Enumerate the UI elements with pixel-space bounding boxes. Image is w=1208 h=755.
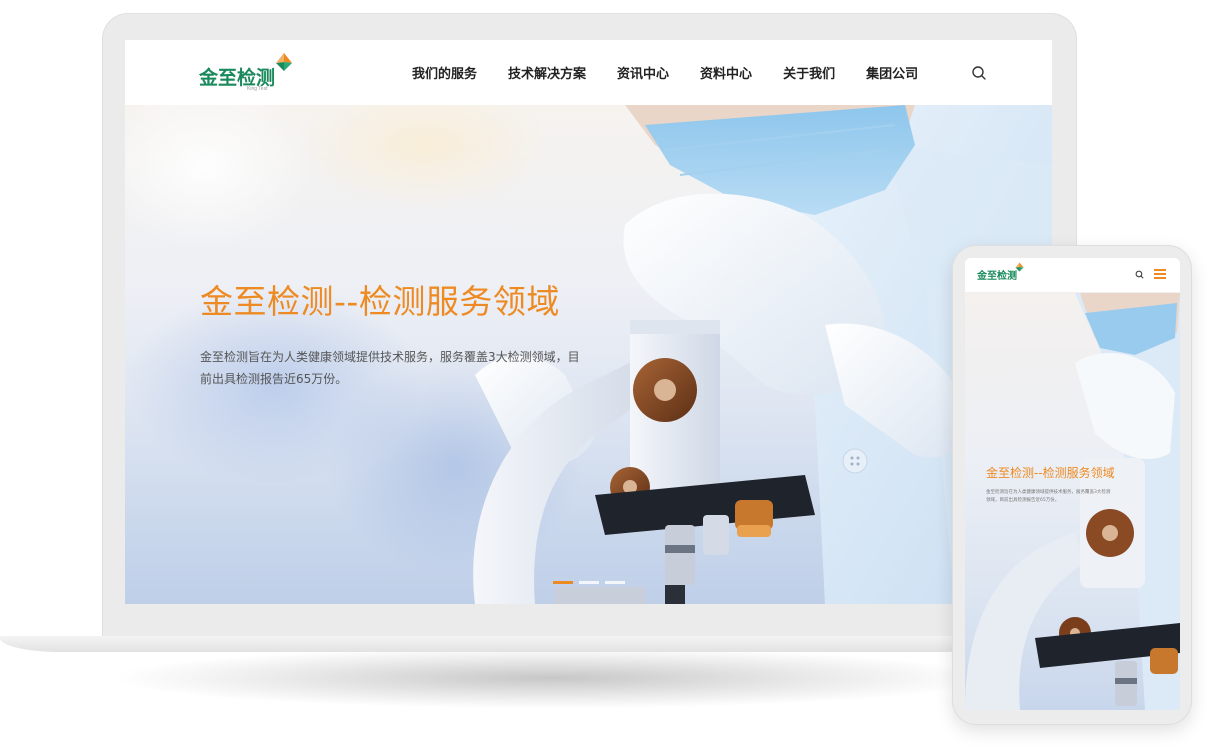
logo-mark-icon [1015,262,1024,272]
laptop-base [0,636,1000,652]
nav-item-about[interactable]: 关于我们 [783,63,835,82]
search-icon[interactable] [971,65,987,81]
mobile-hero-description: 金至检测旨在为人类健康领域提供技术服务，服务覆盖3大检测领域，目前出具检测报告近… [986,490,1111,503]
hero-banner: 金至检测--检测服务领域 金至检测旨在为人类健康领域提供技术服务，服务覆盖3大检… [125,105,1052,604]
menu-icon[interactable] [1154,269,1166,279]
logo-mark-icon [276,53,292,71]
mobile-logo[interactable]: 金至检测 [977,267,1017,282]
mobile-screen: 金至检测 金至检测--检测服务领域 金至检测旨在为人类健康领域提供技术服务，服务… [965,258,1180,710]
logo-subtext: King Test [247,86,268,92]
nav-item-solutions[interactable]: 技术解决方案 [508,63,586,82]
laptop-shadow [120,648,980,708]
slider-dot-2[interactable] [579,581,599,584]
search-icon[interactable] [1135,270,1144,279]
desktop-screen: 金至检测 King Test 我们的服务 技术解决方案 资讯中心 资料中心 关于… [125,40,1052,604]
mobile-hero-title: 金至检测--检测服务领域 [986,466,1115,480]
slider-dot-3[interactable] [605,581,625,584]
site-header: 金至检测 King Test 我们的服务 技术解决方案 资讯中心 资料中心 关于… [125,40,1052,105]
nav-item-news[interactable]: 资讯中心 [617,63,669,82]
slider-dot-1[interactable] [553,581,573,584]
site-logo[interactable]: 金至检测 King Test [199,52,299,96]
nav-item-group[interactable]: 集团公司 [866,63,918,82]
hero-description: 金至检测旨在为人类健康领域提供技术服务，服务覆盖3大检测领域，目前出具检测报告近… [200,350,580,386]
hero-title: 金至检测--检测服务领域 [200,282,560,321]
nav-item-services[interactable]: 我们的服务 [412,63,477,82]
mobile-hero-banner: 金至检测--检测服务领域 金至检测旨在为人类健康领域提供技术服务，服务覆盖3大检… [965,293,1180,710]
slider-pagination [553,581,631,584]
main-nav: 我们的服务 技术解决方案 资讯中心 资料中心 关于我们 集团公司 [412,40,949,105]
nav-item-resources[interactable]: 资料中心 [700,63,752,82]
mobile-header: 金至检测 [965,258,1180,293]
